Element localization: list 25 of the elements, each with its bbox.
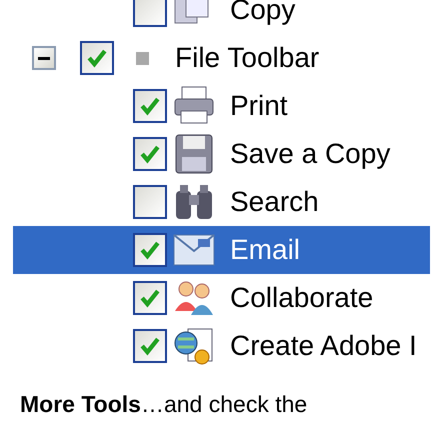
- tree-item-label: Save a Copy: [230, 138, 390, 170]
- tree-row[interactable]: Print: [13, 82, 430, 130]
- checkbox[interactable]: [133, 329, 167, 363]
- tree-row[interactable]: Save a Copy: [13, 130, 430, 178]
- square-bullet-icon: [136, 52, 149, 64]
- tree-item-label: Print: [230, 90, 288, 122]
- checkbox[interactable]: [133, 89, 167, 123]
- tree-item-label: Email: [230, 234, 300, 266]
- checkbox[interactable]: [133, 281, 167, 315]
- collapse-toggle[interactable]: [32, 46, 56, 70]
- checkbox[interactable]: [133, 0, 167, 27]
- tree-item-label: Collaborate: [230, 282, 374, 314]
- tree-row[interactable]: File Toolbar: [13, 34, 430, 82]
- caption-text: More Tools…and check the: [20, 391, 308, 418]
- checkbox[interactable]: [133, 137, 167, 171]
- tree-row[interactable]: Create Adobe I: [13, 322, 430, 370]
- tree-item-label: Create Adobe I: [230, 330, 417, 362]
- tree-row[interactable]: Email: [13, 226, 430, 274]
- checkbox[interactable]: [133, 233, 167, 267]
- tree-item-label: Search: [230, 186, 319, 218]
- checkbox[interactable]: [133, 185, 167, 219]
- checkbox[interactable]: [80, 41, 114, 75]
- tree-row[interactable]: Search: [13, 178, 430, 226]
- tree-item-label: File Toolbar: [175, 42, 320, 74]
- tree-row[interactable]: Collaborate: [13, 274, 430, 322]
